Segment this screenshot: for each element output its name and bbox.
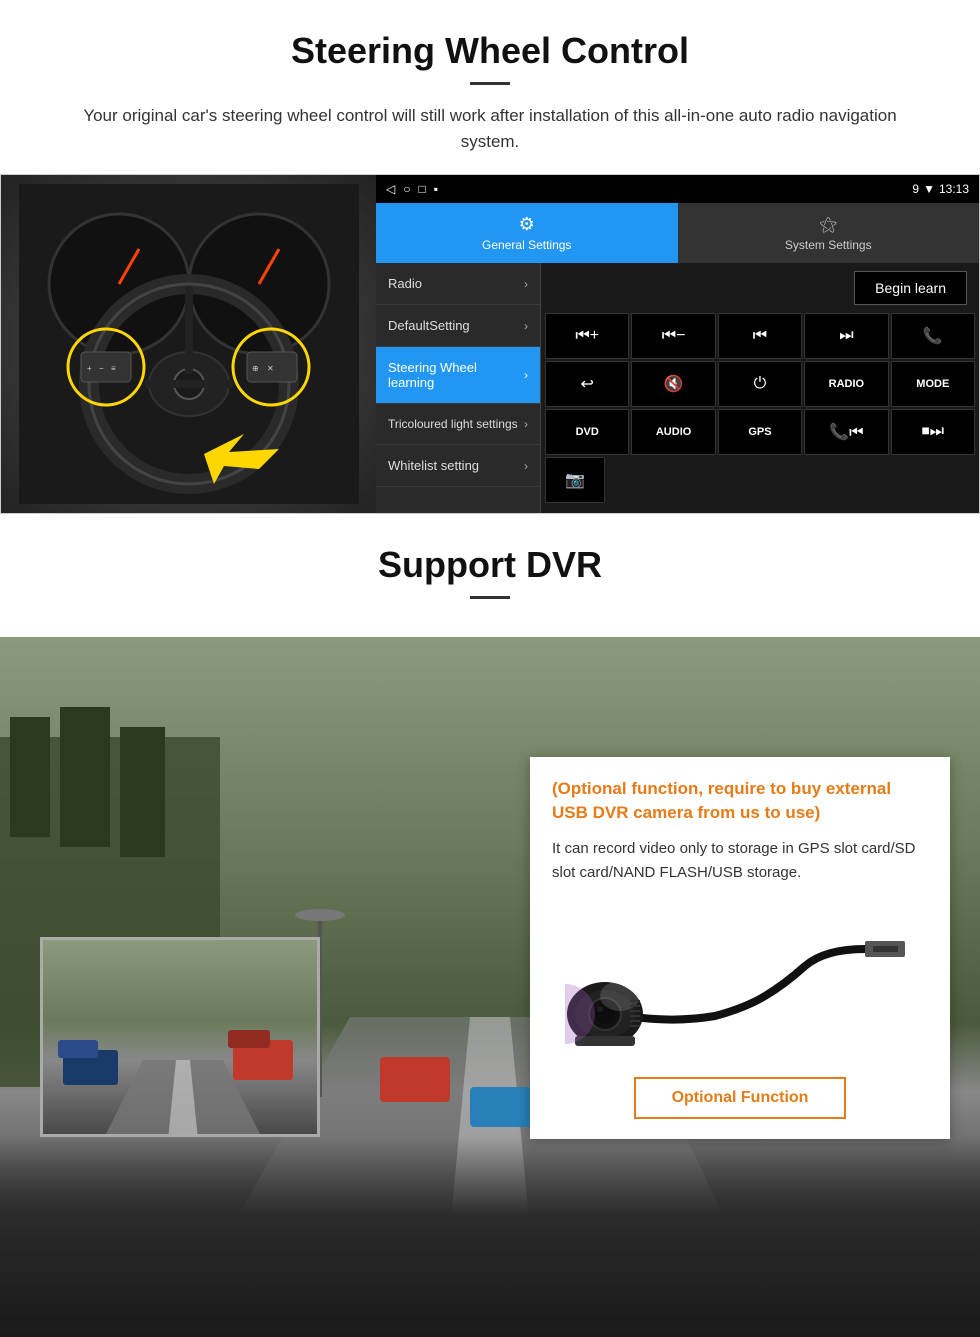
dvr-screenshot-svg <box>43 940 320 1137</box>
wifi-icon: ▼ <box>923 182 935 196</box>
svg-text:≡: ≡ <box>111 364 116 373</box>
ctrl-camera[interactable]: 📷 <box>545 457 605 503</box>
dvr-divider <box>470 596 510 599</box>
svg-text:⊕: ⊕ <box>252 364 259 373</box>
chevron-icon: › <box>524 319 528 333</box>
ctrl-vol-up[interactable]: ⏮+ <box>545 313 629 359</box>
dashboard-area <box>0 1137 980 1337</box>
menu-item-tricoloured[interactable]: Tricoloured light settings › <box>376 404 540 445</box>
control-grid-row4: 📷 <box>541 455 979 505</box>
ctrl-vol-down[interactable]: ⏮− <box>631 313 715 359</box>
steering-subtitle: Your original car's steering wheel contr… <box>60 103 920 154</box>
menu-list: Radio › DefaultSetting › Steering Wheel … <box>376 263 541 513</box>
begin-learn-button[interactable]: Begin learn <box>854 271 967 305</box>
dvr-info-card: (Optional function, require to buy exter… <box>530 757 950 1139</box>
ctrl-stop-next[interactable]: ⏹⏭ <box>891 409 975 455</box>
dvr-background-area: (Optional function, require to buy exter… <box>0 637 980 1337</box>
begin-learn-row: Begin learn <box>541 263 979 313</box>
steering-photo: + − ≡ ⊕ ✕ <box>1 175 376 513</box>
svg-text:+: + <box>87 364 92 373</box>
android-ui-panel: ◁ ○ □ ▪ 9 ▼ 13:13 ⚙ General Settings ⚝ S… <box>376 175 979 513</box>
general-settings-icon: ⚙ <box>519 214 535 235</box>
chevron-icon: › <box>524 277 528 291</box>
dvr-title-area: Support DVR <box>0 514 980 637</box>
nav-back-icon: ◁ <box>386 182 395 196</box>
ctrl-next[interactable]: ⏭ <box>804 313 888 359</box>
status-right: 9 ▼ 13:13 <box>912 182 969 196</box>
dvr-title: Support DVR <box>40 544 940 586</box>
dvr-camera-image <box>552 901 928 1061</box>
ctrl-gps[interactable]: GPS <box>718 409 802 455</box>
ctrl-prev[interactable]: ⏮ <box>718 313 802 359</box>
chevron-icon: › <box>524 459 528 473</box>
ctrl-dvd[interactable]: DVD <box>545 409 629 455</box>
dvr-small-screenshot <box>40 937 320 1137</box>
chevron-icon: › <box>524 417 528 431</box>
steering-photo-bg: + − ≡ ⊕ ✕ <box>1 175 376 513</box>
steering-section: Steering Wheel Control Your original car… <box>0 0 980 154</box>
dvr-optional-text: (Optional function, require to buy exter… <box>552 777 928 825</box>
controls-panel: Begin learn ⏮+ ⏮− ⏮ ⏭ 📞 ↩ 🔇 ⏻ RADIO MODE <box>541 263 979 513</box>
system-settings-label: System Settings <box>785 238 872 252</box>
ctrl-mute[interactable]: 🔇 <box>631 361 715 407</box>
ctrl-mode[interactable]: MODE <box>891 361 975 407</box>
android-tabs[interactable]: ⚙ General Settings ⚝ System Settings <box>376 203 979 263</box>
steering-wheel-graphic: + − ≡ ⊕ ✕ <box>19 184 359 504</box>
ctrl-phone[interactable]: 📞 <box>891 313 975 359</box>
control-grid-row3: DVD AUDIO GPS 📞⏮ ⏹⏭ <box>541 409 979 455</box>
steering-demo-area: + − ≡ ⊕ ✕ ◁ ○ <box>0 174 980 514</box>
ctrl-audio[interactable]: AUDIO <box>631 409 715 455</box>
ctrl-power[interactable]: ⏻ <box>718 361 802 407</box>
svg-text:−: − <box>99 364 104 373</box>
control-grid-row2: ↩ 🔇 ⏻ RADIO MODE <box>541 361 979 407</box>
menu-item-radio[interactable]: Radio › <box>376 263 540 305</box>
nav-home-icon: ○ <box>403 182 410 196</box>
menu-item-whitelist[interactable]: Whitelist setting › <box>376 445 540 487</box>
steering-wheel-svg: + − ≡ ⊕ ✕ <box>19 184 359 504</box>
tab-system-settings[interactable]: ⚝ System Settings <box>678 203 980 263</box>
optional-function-button[interactable]: Optional Function <box>634 1077 847 1119</box>
control-grid-row1: ⏮+ ⏮− ⏮ ⏭ 📞 <box>541 313 979 359</box>
steering-title: Steering Wheel Control <box>40 30 940 72</box>
nav-menu-icon: ▪ <box>434 182 438 196</box>
dvr-camera-svg <box>565 906 915 1056</box>
general-settings-label: General Settings <box>482 238 571 252</box>
ctrl-radio[interactable]: RADIO <box>804 361 888 407</box>
menu-item-default-setting[interactable]: DefaultSetting › <box>376 305 540 347</box>
svg-text:✕: ✕ <box>267 364 274 373</box>
signal-icon: 9 <box>912 182 919 196</box>
tab-general-settings[interactable]: ⚙ General Settings <box>376 203 678 263</box>
android-content: Radio › DefaultSetting › Steering Wheel … <box>376 263 979 513</box>
status-left: ◁ ○ □ ▪ <box>386 182 438 196</box>
ctrl-back[interactable]: ↩ <box>545 361 629 407</box>
nav-recent-icon: □ <box>418 182 425 196</box>
chevron-icon: › <box>524 368 528 382</box>
ctrl-phone-prev[interactable]: 📞⏮ <box>804 409 888 455</box>
system-settings-icon: ⚝ <box>820 214 838 235</box>
android-status-bar: ◁ ○ □ ▪ 9 ▼ 13:13 <box>376 175 979 203</box>
menu-item-steering-wheel-learning[interactable]: Steering Wheel learning › <box>376 347 540 404</box>
time-display: 13:13 <box>939 182 969 196</box>
dvr-description: It can record video only to storage in G… <box>552 837 928 885</box>
title-divider <box>470 82 510 85</box>
